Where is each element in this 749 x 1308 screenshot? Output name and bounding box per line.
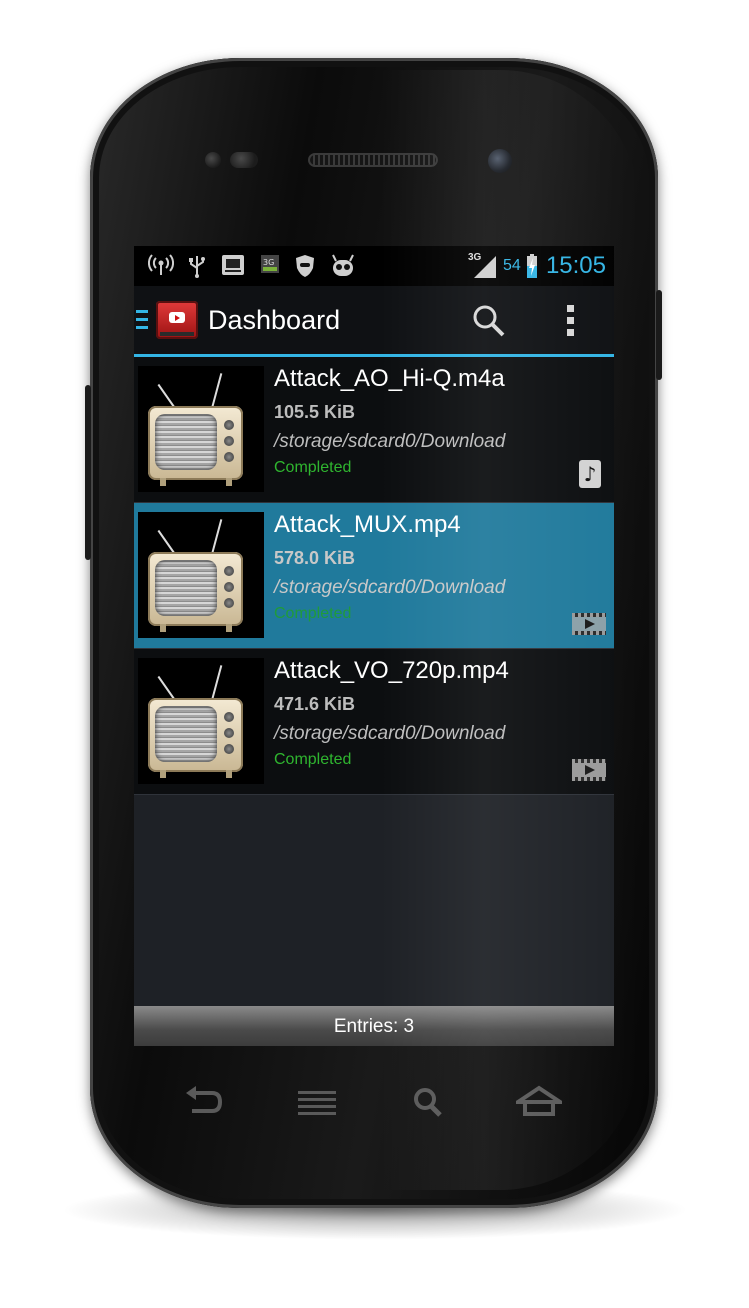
search-key-icon[interactable] — [406, 1083, 452, 1121]
download-row[interactable]: Attack_MUX.mp4 578.0 KiB /storage/sdcard… — [134, 503, 614, 649]
clock: 15:05 — [545, 252, 606, 279]
tv-thumbnail-icon — [138, 366, 264, 492]
3g-data-icon: 3G — [260, 254, 280, 281]
status-text: Completed — [274, 751, 352, 768]
search-icon[interactable] — [472, 304, 506, 338]
home-key-icon[interactable] — [511, 1083, 567, 1121]
volume-button — [85, 385, 91, 560]
file-name: Attack_VO_720p.mp4 — [274, 657, 509, 684]
tv-thumbnail-icon — [138, 512, 264, 638]
entries-footer: Entries: 3 — [134, 1006, 614, 1046]
video-film-icon — [572, 759, 606, 781]
file-name: Attack_AO_Hi-Q.m4a — [274, 365, 505, 392]
signal-strength-icon — [474, 256, 496, 285]
file-path: /storage/sdcard0/Download — [274, 577, 506, 598]
status-bar: 3G 3G 54 15:05 — [134, 246, 614, 286]
status-text: Completed — [274, 605, 352, 622]
file-path: /storage/sdcard0/Download — [274, 431, 506, 452]
file-size: 578.0 KiB — [274, 548, 356, 568]
file-path: /storage/sdcard0/Download — [274, 723, 506, 744]
music-note-icon: ♪ — [579, 460, 601, 488]
file-size: 471.6 KiB — [274, 694, 356, 714]
svg-text:3G: 3G — [263, 258, 274, 267]
status-text: Completed — [274, 459, 352, 476]
overflow-menu-icon[interactable] — [567, 305, 575, 337]
battery-charging-icon — [527, 254, 537, 285]
android-icon — [330, 254, 356, 285]
back-key-icon[interactable] — [182, 1083, 228, 1121]
wifi-hotspot-icon — [148, 254, 174, 283]
download-row[interactable]: Attack_AO_Hi-Q.m4a 105.5 KiB /storage/sd… — [134, 357, 614, 503]
video-film-icon — [572, 613, 606, 635]
battery-percent: 54 — [503, 257, 521, 274]
download-app-icon — [221, 254, 245, 283]
download-row[interactable]: Attack_VO_720p.mp4 471.6 KiB /storage/sd… — [134, 649, 614, 795]
action-bar: Dashboard — [134, 286, 614, 357]
usb-icon — [187, 254, 207, 285]
tv-thumbnail-icon — [138, 658, 264, 784]
download-list: Attack_AO_Hi-Q.m4a 105.5 KiB /storage/sd… — [134, 357, 614, 795]
power-button — [656, 290, 662, 380]
file-size: 105.5 KiB — [274, 402, 356, 422]
drawer-indicator-icon[interactable] — [136, 310, 148, 330]
menu-key-icon[interactable] — [296, 1083, 342, 1121]
file-name: Attack_MUX.mp4 — [274, 511, 461, 538]
earpiece-speaker — [308, 153, 438, 167]
light-sensor — [230, 152, 258, 168]
app-icon[interactable] — [156, 301, 198, 339]
shield-icon — [294, 254, 316, 285]
proximity-sensor — [205, 152, 221, 168]
front-camera — [488, 149, 512, 173]
page-title: Dashboard — [208, 305, 341, 335]
screen: 3G 3G 54 15:05 Dashboard Attack_AO_Hi-Q.… — [134, 246, 614, 1046]
